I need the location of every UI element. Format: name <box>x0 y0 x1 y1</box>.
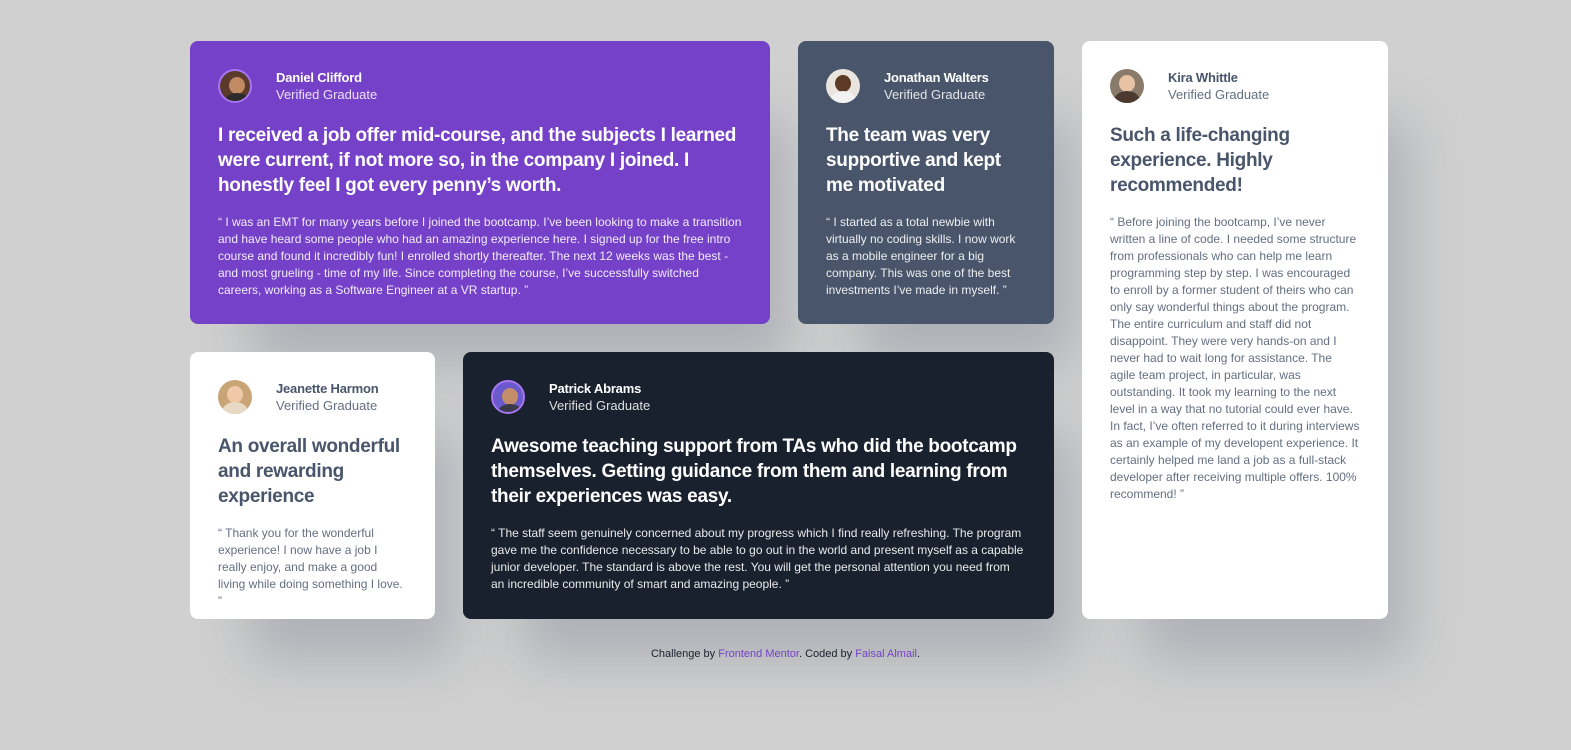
frontend-mentor-link[interactable]: Frontend Mentor <box>718 648 799 660</box>
avatar <box>826 69 860 103</box>
author-name: Patrick Abrams <box>549 381 642 396</box>
author-role: Verified Graduate <box>276 87 378 102</box>
author: Jonathan Walters Verified Graduate <box>826 69 1026 103</box>
testimonial-quote: “ The staff seem genuinely concerned abo… <box>491 526 1024 591</box>
testimonial-headline: The team was very supportive and kept me… <box>826 125 1001 196</box>
testimonial-headline: An overall wonderful and rewarding exper… <box>218 436 400 507</box>
testimonial-headline: Awesome teaching support from TAs who di… <box>491 436 1017 507</box>
avatar <box>218 69 252 103</box>
testimonial-headline: I received a job offer mid-course, and t… <box>218 125 737 196</box>
testimonial-quote: “ Before joining the bootcamp, I’ve neve… <box>1110 215 1360 501</box>
author-role: Verified Graduate <box>276 398 378 413</box>
author: Daniel Clifford Verified Graduate <box>218 69 742 103</box>
attribution-prefix: Challenge by <box>650 648 719 660</box>
testimonial-quote: “ I started as a total newbie with virtu… <box>826 215 1016 297</box>
testimonials-grid: Daniel Clifford Verified Graduate I rece… <box>190 41 1388 619</box>
author: Jeanette Harmon Verified Graduate <box>218 380 407 414</box>
avatar <box>218 380 252 414</box>
author-role: Verified Graduate <box>549 398 651 413</box>
testimonial-card-jonathan: Jonathan Walters Verified Graduate The t… <box>798 41 1054 324</box>
attribution-suffix: . <box>916 648 921 660</box>
author: Patrick Abrams Verified Graduate <box>491 380 1026 414</box>
testimonial-quote: “ I was an EMT for many years before I j… <box>218 215 742 297</box>
attribution-footer: Challenge by Frontend Mentor. Coded by F… <box>0 648 1571 660</box>
avatar <box>1110 69 1144 103</box>
author-role: Verified Graduate <box>1168 87 1270 102</box>
testimonial-card-daniel: Daniel Clifford Verified Graduate I rece… <box>190 41 770 324</box>
author: Kira Whittle Verified Graduate <box>1110 69 1360 103</box>
testimonial-headline: Such a life-changing experience. Highly … <box>1110 125 1290 196</box>
author-name: Jonathan Walters <box>884 70 989 85</box>
author-name: Jeanette Harmon <box>276 381 379 396</box>
author-role: Verified Graduate <box>884 87 986 102</box>
testimonial-quote: “ Thank you for the wonderful experience… <box>218 526 403 608</box>
author-link[interactable]: Faisal Almail <box>855 648 917 660</box>
testimonial-card-patrick: Patrick Abrams Verified Graduate Awesome… <box>463 352 1054 619</box>
testimonial-card-kira: Kira Whittle Verified Graduate Such a li… <box>1082 41 1388 619</box>
attribution-middle: . Coded by <box>798 648 856 660</box>
testimonial-card-jeanette: Jeanette Harmon Verified Graduate An ove… <box>190 352 435 619</box>
author-name: Kira Whittle <box>1168 70 1238 85</box>
author-name: Daniel Clifford <box>276 70 362 85</box>
avatar <box>491 380 525 414</box>
